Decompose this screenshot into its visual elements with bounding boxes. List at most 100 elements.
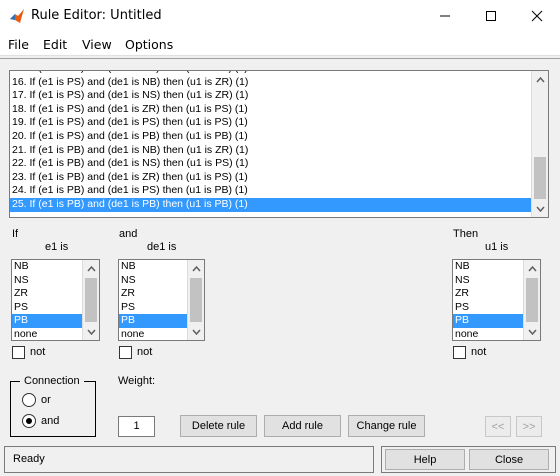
menu-edit[interactable]: Edit bbox=[43, 37, 67, 52]
or-label: or bbox=[41, 394, 51, 406]
list-item[interactable]: PS bbox=[12, 301, 82, 315]
scroll-up-arrow[interactable] bbox=[83, 260, 99, 277]
then-label: Then bbox=[453, 228, 479, 240]
e1-label: e1 is bbox=[45, 241, 69, 253]
add-rule-button[interactable]: Add rule bbox=[264, 415, 341, 437]
list-item[interactable]: PB bbox=[12, 314, 82, 328]
and-radio-label: and bbox=[41, 415, 60, 427]
maximize-icon bbox=[486, 11, 496, 21]
de1-not-checkbox[interactable] bbox=[119, 346, 132, 359]
list-item[interactable]: NB bbox=[12, 260, 82, 274]
u1-label: u1 is bbox=[485, 241, 509, 253]
list-item[interactable]: PB bbox=[119, 314, 187, 328]
menu-bar: File Edit View Options bbox=[0, 32, 560, 56]
rule-row[interactable]: 24. If (e1 is PB) and (de1 is PS) then (… bbox=[10, 184, 531, 198]
maximize-button[interactable] bbox=[468, 0, 514, 32]
rule-row[interactable]: 16. If (e1 is PS) and (de1 is NB) then (… bbox=[10, 76, 531, 90]
de1-label: de1 is bbox=[147, 241, 177, 253]
list-item[interactable]: ZR bbox=[453, 287, 523, 301]
rule-row[interactable]: 17. If (e1 is PS) and (de1 is NS) then (… bbox=[10, 89, 531, 103]
de1-not-label: not bbox=[137, 346, 153, 358]
list-item[interactable]: NS bbox=[12, 274, 82, 288]
e1-not-checkbox[interactable] bbox=[12, 346, 25, 359]
chevron-up-icon bbox=[191, 265, 201, 271]
scroll-down-arrow[interactable] bbox=[532, 200, 548, 217]
minimize-button[interactable] bbox=[422, 0, 468, 32]
scroll-thumb[interactable] bbox=[85, 278, 97, 322]
previous-rule-button[interactable]: << bbox=[485, 416, 511, 437]
change-rule-button[interactable]: Change rule bbox=[348, 415, 425, 437]
radio-dot bbox=[26, 418, 32, 424]
e1-scrollbar[interactable] bbox=[82, 260, 99, 340]
scroll-down-arrow[interactable] bbox=[524, 323, 540, 340]
e1-not-label: not bbox=[30, 346, 46, 358]
connection-label: Connection bbox=[20, 375, 84, 387]
window-title: Rule Editor: Untitled bbox=[31, 8, 162, 23]
list-item[interactable]: NS bbox=[119, 274, 187, 288]
weight-label: Weight: bbox=[118, 375, 156, 387]
next-rule-button[interactable]: >> bbox=[516, 416, 542, 437]
scroll-thumb[interactable] bbox=[190, 278, 202, 322]
close-icon bbox=[531, 10, 543, 22]
matlab-icon bbox=[10, 9, 24, 23]
or-radio[interactable] bbox=[22, 393, 36, 407]
chevron-down-icon bbox=[86, 329, 96, 335]
u1-not-checkbox[interactable] bbox=[453, 346, 466, 359]
list-item[interactable]: ZR bbox=[12, 287, 82, 301]
scroll-up-arrow[interactable] bbox=[532, 71, 548, 88]
chevron-down-icon bbox=[535, 206, 545, 212]
chevron-down-icon bbox=[191, 329, 201, 335]
list-item[interactable]: ZR bbox=[119, 287, 187, 301]
menu-view[interactable]: View bbox=[82, 37, 112, 52]
list-item[interactable]: NS bbox=[453, 274, 523, 288]
de1-scrollbar[interactable] bbox=[187, 260, 204, 340]
u1-scrollbar[interactable] bbox=[523, 260, 540, 340]
help-button[interactable]: Help bbox=[385, 449, 465, 470]
status-bar: Ready bbox=[4, 446, 374, 473]
list-item[interactable]: PB bbox=[453, 314, 523, 328]
u1-membership-list[interactable]: NB NS ZR PS PB none bbox=[452, 259, 541, 341]
status-text: Ready bbox=[13, 453, 45, 465]
and-radio[interactable] bbox=[22, 414, 36, 428]
rules-scrollbar[interactable] bbox=[531, 71, 548, 217]
u1-not-label: not bbox=[471, 346, 487, 358]
and-label: and bbox=[119, 228, 138, 240]
list-item[interactable]: none bbox=[453, 328, 523, 340]
rule-row[interactable]: 21. If (e1 is PB) and (de1 is NB) then (… bbox=[10, 144, 531, 158]
chevron-up-icon bbox=[86, 265, 96, 271]
scroll-up-arrow[interactable] bbox=[188, 260, 204, 277]
list-item[interactable]: none bbox=[12, 328, 82, 340]
rule-row[interactable]: 23. If (e1 is PB) and (de1 is ZR) then (… bbox=[10, 171, 531, 185]
rule-row[interactable]: 22. If (e1 is PB) and (de1 is NS) then (… bbox=[10, 157, 531, 171]
rule-row[interactable]: 25. If (e1 is PB) and (de1 is PB) then (… bbox=[10, 197, 531, 212]
menu-options[interactable]: Options bbox=[125, 37, 173, 52]
title-bar: Rule Editor: Untitled bbox=[0, 0, 560, 32]
weight-input[interactable]: 1 bbox=[118, 416, 155, 437]
list-item[interactable]: NB bbox=[453, 260, 523, 274]
rule-row[interactable]: 19. If (e1 is PS) and (de1 is PS) then (… bbox=[10, 116, 531, 130]
list-item[interactable]: PS bbox=[453, 301, 523, 315]
connection-groupbox bbox=[10, 381, 96, 437]
delete-rule-button[interactable]: Delete rule bbox=[180, 415, 257, 437]
menu-file[interactable]: File bbox=[8, 37, 29, 52]
scroll-up-arrow[interactable] bbox=[524, 260, 540, 277]
e1-membership-list[interactable]: NB NS ZR PS PB none bbox=[11, 259, 100, 341]
list-item[interactable]: NB bbox=[119, 260, 187, 274]
de1-membership-list[interactable]: NB NS ZR PS PB none bbox=[118, 259, 205, 341]
scroll-thumb[interactable] bbox=[534, 157, 546, 199]
rule-row[interactable]: 18. If (e1 is PS) and (de1 is ZR) then (… bbox=[10, 103, 531, 117]
rules-list[interactable]: 15. If (e1 is ZR) and (de1 is PB) then (… bbox=[9, 70, 549, 218]
minimize-icon bbox=[440, 15, 450, 17]
close-button[interactable]: Close bbox=[469, 449, 549, 470]
list-item[interactable]: PS bbox=[119, 301, 187, 315]
list-item[interactable]: none bbox=[119, 328, 187, 340]
scroll-down-arrow[interactable] bbox=[83, 323, 99, 340]
chevron-down-icon bbox=[527, 329, 537, 335]
chevron-up-icon bbox=[535, 76, 545, 82]
close-window-button[interactable] bbox=[514, 0, 560, 32]
scroll-thumb[interactable] bbox=[526, 278, 538, 322]
if-label: If bbox=[12, 228, 19, 240]
scroll-down-arrow[interactable] bbox=[188, 323, 204, 340]
chevron-up-icon bbox=[527, 265, 537, 271]
rule-row[interactable]: 20. If (e1 is PS) and (de1 is PB) then (… bbox=[10, 130, 531, 144]
